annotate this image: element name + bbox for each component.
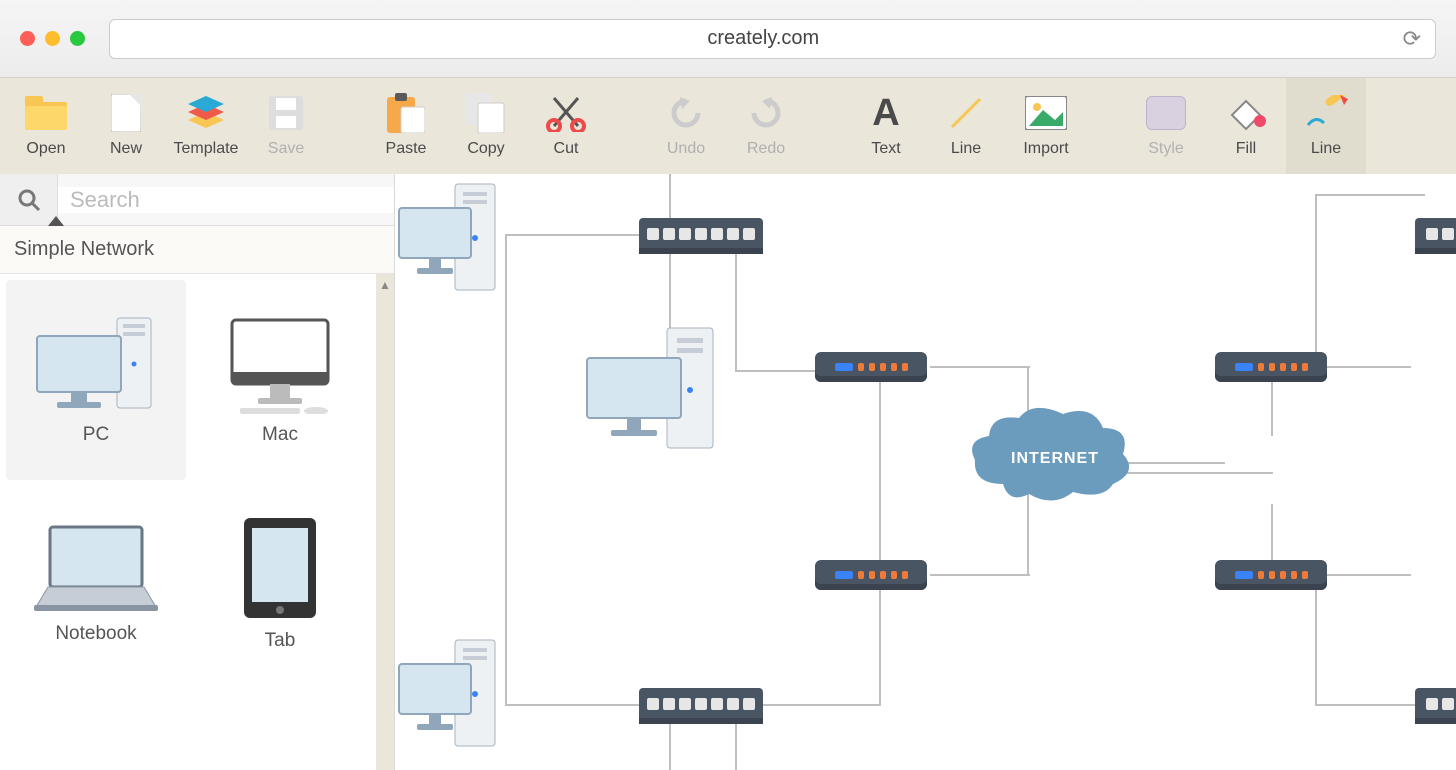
connector bbox=[735, 234, 737, 370]
shapes-scrollbar[interactable]: ▲ bbox=[376, 274, 394, 770]
text-icon: A bbox=[863, 90, 909, 136]
fill-button[interactable]: Fill bbox=[1206, 78, 1286, 174]
window-controls bbox=[20, 31, 85, 46]
reload-icon[interactable]: ⟳ bbox=[1403, 26, 1421, 52]
template-button[interactable]: Template bbox=[166, 78, 246, 174]
library-breadcrumb[interactable]: Simple Network bbox=[0, 226, 394, 274]
copy-icon bbox=[463, 90, 509, 136]
line-icon bbox=[943, 90, 989, 136]
shape-tab[interactable]: Tab bbox=[190, 484, 370, 684]
minimize-window-icon[interactable] bbox=[45, 31, 60, 46]
diagram-canvas[interactable]: INTERNET bbox=[395, 174, 1456, 770]
laptop-icon bbox=[26, 523, 166, 613]
internet-cloud[interactable]: INTERNET bbox=[963, 404, 1133, 519]
redo-icon bbox=[743, 90, 789, 136]
pc-icon bbox=[31, 314, 161, 414]
switch-node[interactable] bbox=[639, 218, 763, 248]
connector bbox=[879, 574, 881, 704]
close-window-icon[interactable] bbox=[20, 31, 35, 46]
switch-node[interactable] bbox=[1415, 218, 1456, 248]
copy-button[interactable]: Copy bbox=[446, 78, 526, 174]
undo-icon bbox=[663, 90, 709, 136]
search-input[interactable] bbox=[58, 187, 394, 213]
clipboard-icon bbox=[383, 90, 429, 136]
connector bbox=[1315, 574, 1317, 704]
style-swatch-icon bbox=[1143, 90, 1189, 136]
open-button[interactable]: Open bbox=[6, 78, 86, 174]
main-toolbar: Open New Template Save Paste Copy Cut Un… bbox=[0, 78, 1456, 174]
shape-notebook[interactable]: Notebook bbox=[6, 484, 186, 684]
cloud-label: INTERNET bbox=[1011, 450, 1099, 468]
save-button: Save bbox=[246, 78, 326, 174]
connector bbox=[505, 234, 507, 704]
connector bbox=[930, 366, 1030, 368]
paste-button[interactable]: Paste bbox=[366, 78, 446, 174]
router-node[interactable] bbox=[815, 560, 927, 590]
connector bbox=[930, 574, 1030, 576]
router-node[interactable] bbox=[1215, 352, 1327, 382]
scissors-icon bbox=[543, 90, 589, 136]
undo-button: Undo bbox=[646, 78, 726, 174]
connector bbox=[1315, 194, 1317, 234]
url-text: creately.com bbox=[124, 27, 1403, 50]
layers-icon bbox=[183, 90, 229, 136]
fill-bucket-icon bbox=[1223, 90, 1269, 136]
new-button[interactable]: New bbox=[86, 78, 166, 174]
connector bbox=[1315, 234, 1317, 366]
address-bar[interactable]: creately.com ⟳ bbox=[109, 19, 1436, 59]
save-icon bbox=[263, 90, 309, 136]
maximize-window-icon[interactable] bbox=[70, 31, 85, 46]
router-node[interactable] bbox=[1215, 560, 1327, 590]
connector bbox=[1315, 194, 1425, 196]
router-node[interactable] bbox=[815, 352, 927, 382]
pc-node[interactable] bbox=[395, 180, 515, 298]
pencil-line-icon bbox=[1303, 90, 1349, 136]
search-icon bbox=[17, 188, 41, 212]
switch-node[interactable] bbox=[639, 688, 763, 718]
pc-node[interactable] bbox=[581, 324, 731, 458]
cut-button[interactable]: Cut bbox=[526, 78, 606, 174]
scroll-up-icon[interactable]: ▲ bbox=[379, 278, 391, 292]
breadcrumb-arrow-icon bbox=[48, 216, 64, 226]
switch-node[interactable] bbox=[1415, 688, 1456, 718]
imac-icon bbox=[220, 314, 340, 414]
import-button[interactable]: Import bbox=[1006, 78, 1086, 174]
connector bbox=[879, 366, 881, 576]
document-icon bbox=[103, 90, 149, 136]
image-icon bbox=[1023, 90, 1069, 136]
pc-node[interactable] bbox=[395, 636, 515, 754]
connector bbox=[1315, 704, 1425, 706]
shape-more-2[interactable] bbox=[190, 688, 370, 770]
line-style-button[interactable]: Line bbox=[1286, 78, 1366, 174]
line-tool-button[interactable]: Line bbox=[926, 78, 1006, 174]
shape-mac[interactable]: Mac bbox=[190, 280, 370, 480]
style-button: Style bbox=[1126, 78, 1206, 174]
browser-chrome: creately.com ⟳ bbox=[0, 0, 1456, 78]
tablet-icon bbox=[240, 516, 320, 620]
shape-library-panel: Simple Network PC bbox=[0, 174, 395, 770]
text-tool-button[interactable]: A Text bbox=[846, 78, 926, 174]
shape-pc[interactable]: PC bbox=[6, 280, 186, 480]
shape-more-1[interactable] bbox=[6, 688, 186, 770]
folder-icon bbox=[23, 90, 69, 136]
redo-button: Redo bbox=[726, 78, 806, 174]
